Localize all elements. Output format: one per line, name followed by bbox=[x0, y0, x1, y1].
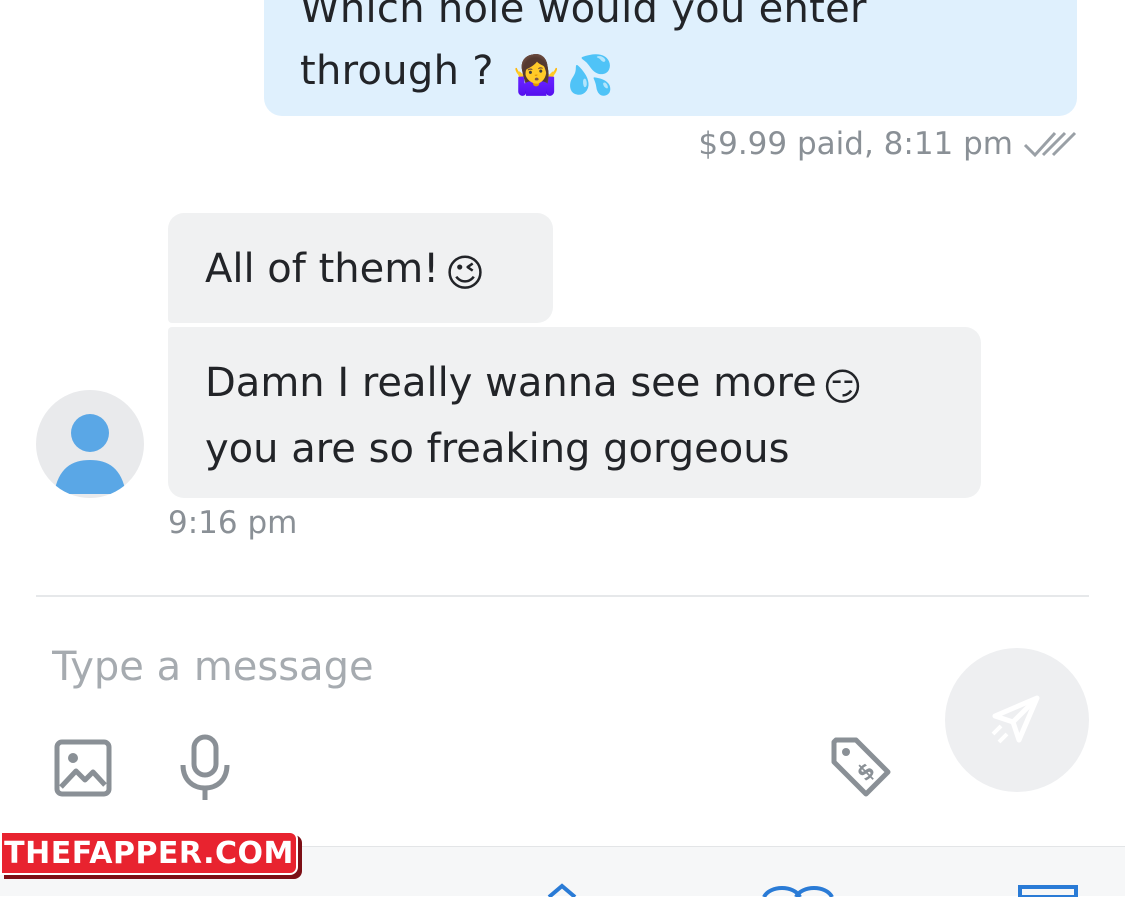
incoming-message-text: All of them! 😉 bbox=[205, 241, 485, 301]
shrug-emoji: 🤷‍♀️ bbox=[512, 53, 561, 97]
incoming-message-bubble: All of them! 😉 bbox=[168, 213, 553, 323]
incoming-message-bubble: Damn I really wanna see more 😏 you are so… bbox=[168, 327, 981, 498]
smirk-emoji: 😏 bbox=[822, 365, 863, 409]
send-button[interactable] bbox=[945, 648, 1089, 792]
price-tag-icon: $ bbox=[831, 737, 891, 797]
message-input[interactable] bbox=[52, 632, 912, 702]
image-icon bbox=[54, 739, 112, 797]
default-user-icon bbox=[54, 414, 126, 494]
incoming-message-body: All of them! bbox=[205, 246, 440, 292]
incoming-message-body-line2: you are so freaking gorgeous bbox=[205, 426, 790, 472]
outgoing-message-text: Which hole would you enter through ? 🤷‍♀… bbox=[300, 0, 980, 106]
incoming-message-body: Damn I really wanna see more bbox=[205, 360, 817, 406]
set-price-button[interactable]: $ bbox=[826, 732, 896, 802]
attach-image-button[interactable] bbox=[52, 737, 114, 799]
voice-message-button[interactable] bbox=[174, 734, 236, 802]
incoming-message-text: Damn I really wanna see more 😏 you are so… bbox=[205, 352, 965, 480]
incoming-message-time: 9:16 pm bbox=[168, 505, 298, 541]
avatar[interactable] bbox=[36, 390, 144, 498]
outgoing-message-paid-time: $9.99 paid, 8:11 pm bbox=[698, 126, 1013, 162]
microphone-icon bbox=[180, 734, 230, 800]
watermark-logo: THEFAPPER.COM bbox=[0, 831, 298, 875]
double-check-icon bbox=[1023, 131, 1077, 158]
send-paper-plane-icon bbox=[991, 695, 1040, 744]
composer-divider bbox=[36, 595, 1089, 597]
sweat-droplets-emoji: 💦 bbox=[566, 53, 615, 97]
outgoing-message-meta: $9.99 paid, 8:11 pm bbox=[698, 124, 1077, 164]
wink-emoji: 😉 bbox=[445, 251, 485, 295]
